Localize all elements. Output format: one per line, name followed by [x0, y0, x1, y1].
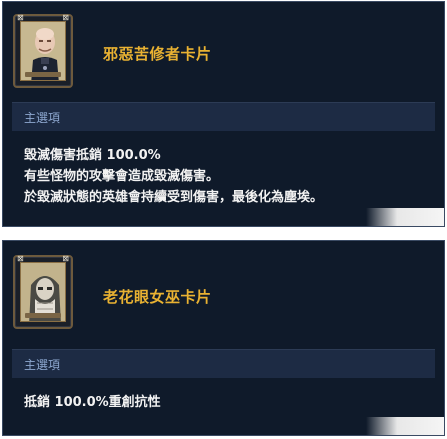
overlay-fragment: [366, 208, 444, 226]
option-line: 有些怪物的攻擊會造成毀滅傷害。: [24, 169, 220, 184]
hooded-witch-portrait-icon: [20, 262, 66, 322]
item-tooltip-card-2: ⊠ ⊠ 老花眼女巫卡片 主選項 抵銷 100.0%重創抗性: [2, 240, 445, 436]
option-line: 於毀滅狀態的英雄會持續受到傷害，最後化為塵埃。: [24, 190, 324, 205]
option-lines: 抵銷 100.0%重創抗性: [12, 378, 435, 413]
section-label: 主選項: [12, 350, 435, 378]
card-nameplate: [25, 313, 61, 318]
card-icon-frame: ⊠ ⊠: [13, 14, 73, 88]
card-icon-frame: ⊠ ⊠: [13, 255, 73, 329]
main-option-section: 主選項 毀滅傷害抵銷 100.0% 有些怪物的攻擊會造成毀滅傷害。 於毀滅狀態的…: [12, 102, 435, 221]
option-lines: 毀滅傷害抵銷 100.0% 有些怪物的攻擊會造成毀滅傷害。 於毀滅狀態的英雄會持…: [12, 131, 435, 208]
card-nameplate: [25, 72, 61, 77]
option-line: 毀滅傷害抵銷 100.0%: [24, 148, 161, 163]
item-tooltip-card-1: ⊠ ⊠ 邪惡苦修者卡片 主選項 毀滅傷害抵銷 100.0% 有些怪物的攻擊會造成…: [2, 1, 445, 227]
option-line: 抵銷 100.0%重創抗性: [24, 395, 161, 410]
bald-monk-portrait-icon: [20, 21, 66, 81]
section-label: 主選項: [12, 103, 435, 131]
item-title: 邪惡苦修者卡片: [103, 45, 212, 63]
item-title: 老花眼女巫卡片: [103, 288, 212, 306]
overlay-fragment: [366, 417, 444, 435]
